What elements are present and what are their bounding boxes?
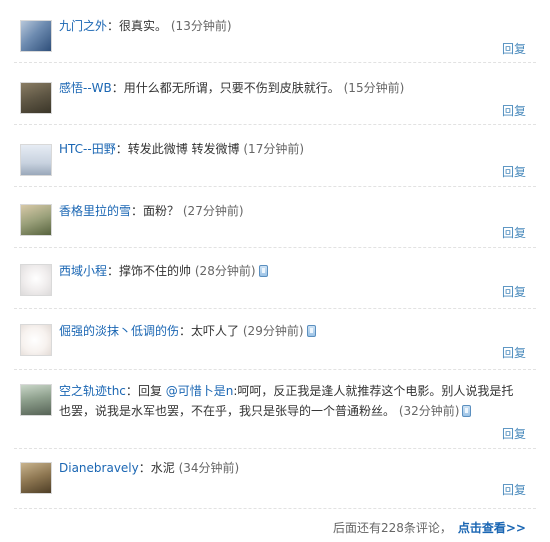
separator <box>14 247 536 248</box>
phone-icon <box>258 265 268 277</box>
comment-text: 撑饰不住的帅 <box>119 264 192 278</box>
more-comments-count: 后面还有228条评论， <box>332 521 452 535</box>
avatar[interactable] <box>20 20 52 52</box>
comment-author-link[interactable]: 空之轨迹thc <box>59 384 126 398</box>
comment-author-link[interactable]: 九门之外 <box>59 19 107 33</box>
comment-author-link[interactable]: 西域小程 <box>59 264 107 278</box>
comment-author-link[interactable]: 倔强的淡抹丶低调的伤 <box>59 324 179 338</box>
avatar[interactable] <box>20 384 52 416</box>
comment-text: 面粉？ <box>143 204 180 218</box>
comment-author-link[interactable]: 香格里拉的雪 <box>59 204 131 218</box>
comment-time: (29分钟前) <box>242 324 304 338</box>
phone-icon <box>306 325 316 337</box>
comment-text: 很真实。 <box>119 19 168 33</box>
comment-time: (28分钟前) <box>194 264 256 278</box>
comment-text: 水泥 <box>150 461 175 475</box>
comment-text: 太吓人了 <box>191 324 240 338</box>
separator <box>14 62 536 63</box>
reply-button[interactable]: 回复 <box>502 425 526 442</box>
comment-time: (34分钟前) <box>178 461 240 475</box>
comment-time: (13分钟前) <box>170 19 232 33</box>
avatar[interactable] <box>20 144 52 176</box>
separator <box>14 448 536 449</box>
avatar[interactable] <box>20 204 52 236</box>
more-comments-bar: 后面还有228条评论， 点击查看>> <box>333 519 526 536</box>
separator <box>14 369 536 370</box>
comment-time: (27分钟前) <box>182 204 244 218</box>
separator <box>14 308 536 309</box>
mention-link[interactable]: @可惜卜是n <box>166 384 234 398</box>
comment-author-link[interactable]: Dianebravely <box>59 461 139 475</box>
reply-prefix: 回复 <box>137 384 162 398</box>
phone-icon <box>462 405 472 417</box>
reply-button[interactable]: 回复 <box>502 481 526 498</box>
comment-text: 转发此微博 转发微博 <box>127 142 240 156</box>
comment-time: (17分钟前) <box>243 142 305 156</box>
reply-button[interactable]: 回复 <box>502 102 526 119</box>
avatar[interactable] <box>20 82 52 114</box>
reply-button[interactable]: 回复 <box>502 344 526 361</box>
view-more-link[interactable]: 点击查看>> <box>458 521 526 535</box>
reply-button[interactable]: 回复 <box>502 224 526 241</box>
avatar[interactable] <box>20 462 52 494</box>
reply-button[interactable]: 回复 <box>502 283 526 300</box>
avatar[interactable] <box>20 324 52 356</box>
comment-time: (15分钟前) <box>343 81 405 95</box>
comment-time: (32分钟前) <box>398 404 460 418</box>
comment-author-link[interactable]: HTC--田野 <box>59 142 116 156</box>
reply-button[interactable]: 回复 <box>502 163 526 180</box>
comment-author-link[interactable]: 感悟--WB <box>59 81 112 95</box>
separator <box>14 186 536 187</box>
avatar[interactable] <box>20 264 52 296</box>
separator <box>14 508 536 509</box>
separator <box>14 124 536 125</box>
reply-button[interactable]: 回复 <box>502 40 526 57</box>
comment-text: 用什么都无所谓，只要不伤到皮肤就行。 <box>123 81 340 95</box>
